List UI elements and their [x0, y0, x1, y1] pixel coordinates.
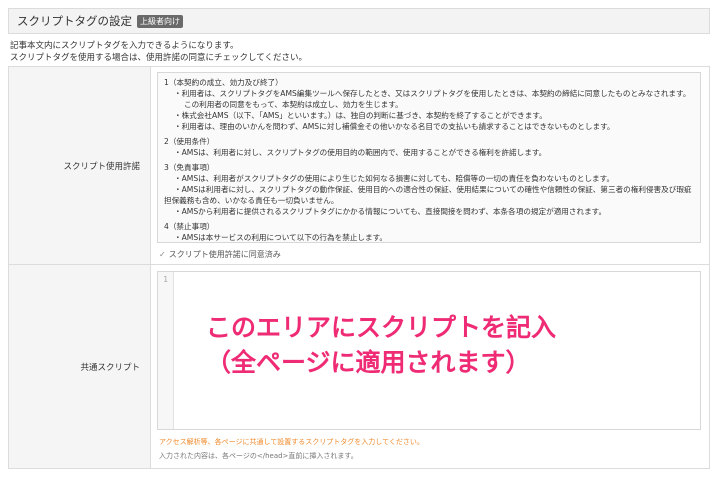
settings-header: スクリプトタグの設定 上級者向け	[8, 8, 710, 34]
terms-line: ・利用者は、スクリプトタグをAMS編集ツールへ保存したとき、又はスクリプトタグを…	[174, 89, 691, 98]
line-number: 1	[163, 275, 168, 284]
terms-line: ・AMSから利用者に提供されるスクリプトタグにかかる情報についても、直接間接を問…	[174, 207, 607, 216]
terms-heading: 3（免責事項）	[164, 163, 215, 172]
script-editor[interactable]: 1 このエリアにスクリプトを記入 （全ページに適用されます）	[157, 271, 701, 430]
terms-section-1: 1（本契約の成立、効力及び終了） ・利用者は、スクリプトタグをAMS編集ツールへ…	[164, 77, 694, 132]
terms-line: ・AMSは利用者に対し、スクリプトタグの動作保証、使用目的への適合性の保証、使用…	[174, 185, 692, 194]
terms-line: 担保義務も含め、いかなる責任も一切負いません。	[164, 196, 339, 205]
terms-section-4: 4（禁止事項） ・AMSは本サービスの利用について以下の行為を禁止します。	[164, 221, 694, 242]
license-terms-box[interactable]: 1（本契約の成立、効力及び終了） ・利用者は、スクリプトタグをAMS編集ツールへ…	[157, 72, 701, 243]
line-number-gutter: 1	[158, 272, 174, 429]
terms-line: ・株式会社AMS（以下、「AMS」といいます。）は、独自の判断に基づき、本契約を…	[174, 111, 547, 120]
terms-line: ・利用者は、理由のいかんを問わず、AMSに対し補償金その他いかなる名目での支払い…	[174, 122, 615, 131]
terms-heading: 2（使用条件）	[164, 137, 215, 146]
agree-label: スクリプト使用許諾に同意済み	[168, 250, 281, 259]
description-line-1: 記事本文内にスクリプトタグを入力できるようになります。	[10, 41, 239, 51]
terms-line: ・AMSは、利用者に対し、スクリプトタグの使用目的の範囲内で、使用することができ…	[174, 148, 547, 157]
license-label: スクリプト使用許諾	[9, 67, 151, 264]
script-hint: アクセス解析等、各ページに共通して設置するスクリプトタグを入力してください。	[159, 438, 424, 446]
advanced-badge: 上級者向け	[137, 14, 183, 28]
terms-line: ・AMSは、利用者がスクリプトタグの使用により生じた如何なる損害に対しても、賠償…	[174, 174, 615, 183]
overlay-line-2: （全ページに適用されます）	[206, 348, 531, 377]
script-label: 共通スクリプト	[9, 265, 151, 468]
checkmark-icon: ✓	[159, 250, 166, 259]
instruction-overlay: このエリアにスクリプトを記入 （全ページに適用されます）	[206, 310, 556, 380]
license-row: スクリプト使用許諾 1（本契約の成立、効力及び終了） ・利用者は、スクリプトタグ…	[9, 67, 709, 265]
agree-checkbox[interactable]: ✓ スクリプト使用許諾に同意済み	[159, 249, 281, 260]
settings-form: スクリプト使用許諾 1（本契約の成立、効力及び終了） ・利用者は、スクリプトタグ…	[8, 66, 710, 469]
script-row: 共通スクリプト 1 このエリアにスクリプトを記入 （全ページに適用されます） ア…	[9, 265, 709, 468]
terms-heading: 4（禁止事項）	[164, 222, 215, 231]
page-title: スクリプトタグの設定	[17, 14, 132, 28]
overlay-line-1: このエリアにスクリプトを記入	[206, 313, 557, 342]
terms-heading: 1（本契約の成立、効力及び終了）	[164, 78, 283, 87]
terms-section-2: 2（使用条件） ・AMSは、利用者に対し、スクリプトタグの使用目的の範囲内で、使…	[164, 136, 694, 158]
terms-section-3: 3（免責事項） ・AMSは、利用者がスクリプトタグの使用により生じた如何なる損害…	[164, 162, 694, 217]
description: 記事本文内にスクリプトタグを入力できるようになります。 スクリプトタグを使用する…	[10, 40, 307, 64]
description-line-2: スクリプトタグを使用する場合は、使用許諾の同意にチェックしてください。	[10, 53, 307, 63]
terms-line: ・AMSは本サービスの利用について以下の行為を禁止します。	[174, 233, 388, 242]
terms-line: この利用者の同意をもって、本契約は成立し、効力を生じます。	[184, 100, 403, 109]
script-note: 入力された内容は、各ページの</head>直前に挿入されます。	[159, 452, 358, 460]
